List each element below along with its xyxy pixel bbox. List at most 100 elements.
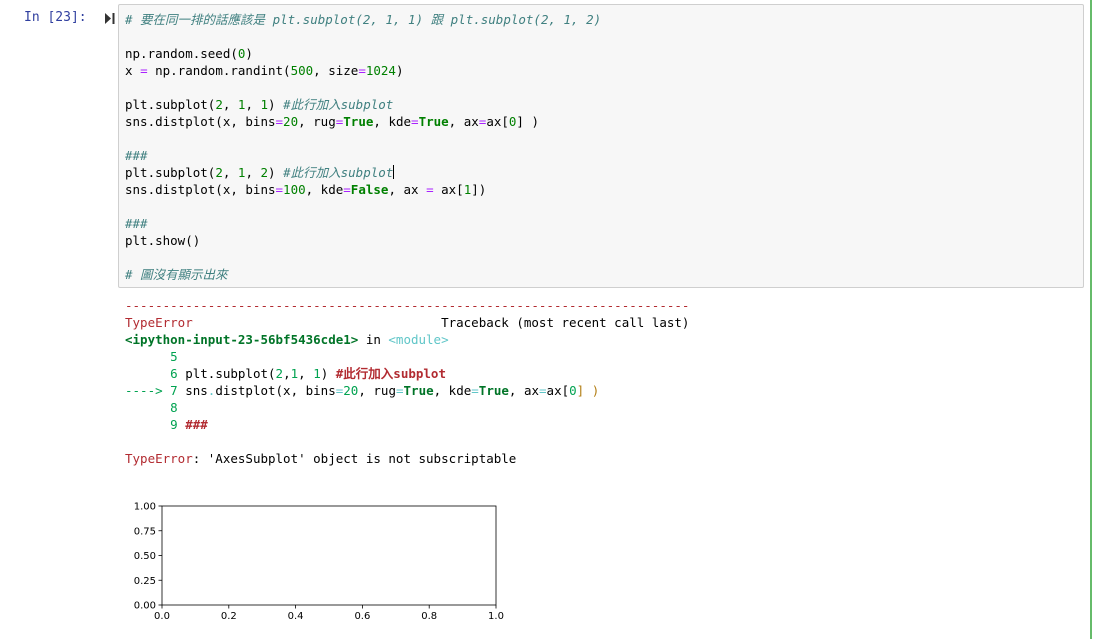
error-output: ----------------------------------------… <box>125 297 689 467</box>
x-tick-label: 0.0 <box>154 611 170 622</box>
code-text: , rug <box>298 114 336 129</box>
traceback-comment: #此行加入subplot <box>335 366 446 381</box>
traceback-code: ] ) <box>576 383 600 398</box>
code-comment: ### <box>125 216 148 231</box>
code-number: 500 <box>290 63 314 78</box>
code-keyword: True <box>418 114 449 129</box>
code-text: ) <box>268 97 284 112</box>
error-name: TypeError <box>125 451 193 466</box>
code-operator: = <box>426 182 434 197</box>
module-name: <module> <box>388 332 449 347</box>
code-text: np.random.randint( <box>147 63 291 78</box>
traceback-line-number: 6 <box>125 366 186 381</box>
code-operator: = <box>358 63 366 78</box>
x-tick-label: 0.6 <box>354 611 370 622</box>
y-tick-label: 0.75 <box>134 526 156 537</box>
traceback-code: , rug <box>358 383 396 398</box>
code-number: 2 <box>215 165 223 180</box>
traceback-operator: = <box>471 383 479 398</box>
code-number: 2 <box>215 97 223 112</box>
code-number: 20 <box>283 114 299 129</box>
code-keyword: True <box>343 114 374 129</box>
y-tick-label: 0.50 <box>134 551 156 562</box>
traceback-code: , <box>298 366 314 381</box>
code-text: plt.subplot( <box>125 165 216 180</box>
code-text: , ax <box>388 182 427 197</box>
x-tick-label: 0.8 <box>421 611 437 622</box>
code-text: ) <box>245 46 253 61</box>
code-text: , <box>245 97 261 112</box>
traceback-number: 20 <box>343 383 359 398</box>
code-text: , <box>222 165 238 180</box>
code-number: 100 <box>283 182 306 197</box>
input-prompt: In [23]: <box>24 10 87 25</box>
code-text: , kde <box>373 114 412 129</box>
code-comment: # 圖沒有顯示出來 <box>125 267 228 282</box>
traceback-code: , ax <box>508 383 540 398</box>
code-number: 2 <box>260 165 269 180</box>
scrollbar[interactable] <box>1092 0 1113 639</box>
code-text: , <box>245 165 261 180</box>
traceback-number: 1 <box>313 366 321 381</box>
code-text: , <box>222 97 238 112</box>
traceback-keyword: True <box>478 383 509 398</box>
traceback-comment: ### <box>185 417 208 432</box>
code-number: 1 <box>260 97 269 112</box>
axes-frame <box>161 505 497 606</box>
code-text: np.random.seed( <box>125 46 238 61</box>
code-text: sns.distplot(x, bins <box>125 114 276 129</box>
traceback-number: 1 <box>290 366 299 381</box>
code-text: ) <box>268 165 284 180</box>
text-cursor <box>393 165 395 179</box>
traceback-line-number: 8 <box>125 400 178 415</box>
error-message: : 'AxesSubplot' object is not subscripta… <box>192 451 517 466</box>
code-comment: #此行加入subplot <box>283 97 394 112</box>
code-text: ]) <box>471 182 487 197</box>
code-operator: = <box>411 114 419 129</box>
code-comment: # 要在同一排的話應該是 plt.subplot(2, 1, 1) 跟 plt.… <box>125 12 602 27</box>
code-operator: = <box>343 182 351 197</box>
code-editor[interactable]: # 要在同一排的話應該是 plt.subplot(2, 1, 1) 跟 plt.… <box>125 11 601 283</box>
code-keyword: False <box>350 182 389 197</box>
traceback-arrow: ----> 7 <box>125 383 186 398</box>
traceback-number: 0 <box>569 383 577 398</box>
code-text: ) <box>395 63 404 78</box>
traceback-separator: ----------------------------------------… <box>125 298 690 313</box>
code-text: plt.subplot( <box>125 97 216 112</box>
code-text: , size <box>313 63 359 78</box>
code-operator: = <box>275 182 284 197</box>
code-comment: ### <box>125 148 148 163</box>
traceback-number: 2 <box>275 366 284 381</box>
code-text: , ax <box>448 114 479 129</box>
y-tick-label: 1.00 <box>134 502 156 513</box>
traceback-code: , <box>283 366 291 381</box>
code-text: ax[ <box>486 114 509 129</box>
traceback-keyword: True <box>403 383 434 398</box>
x-tick-label: 0.4 <box>288 611 304 622</box>
code-text: sns.distplot(x, bins <box>125 182 276 197</box>
traceback-code: ax[ <box>546 383 570 398</box>
code-text: , kde <box>305 182 344 197</box>
code-text: ax[ <box>433 182 464 197</box>
run-cell-icon[interactable] <box>104 12 116 25</box>
traceback-text: in <box>358 332 389 347</box>
code-operator: = <box>275 114 284 129</box>
y-tick-label: 0.25 <box>134 576 156 587</box>
traceback-code: , kde <box>433 383 472 398</box>
traceback-operator: = <box>395 383 404 398</box>
traceback-code: ) <box>320 366 336 381</box>
code-text: ] ) <box>516 114 539 129</box>
traceback-line-number: 5 <box>125 349 178 364</box>
code-number: 1024 <box>365 63 396 78</box>
empty-axes-plot: 0.0 0.2 0.4 0.6 0.8 1.0 0.00 0.25 0.50 0.75 1.00 <box>134 502 504 623</box>
traceback-header: Traceback (most recent call last) <box>192 315 690 330</box>
x-tick-label: 0.2 <box>221 611 237 622</box>
traceback-line-number: 9 <box>125 417 186 432</box>
code-comment: #此行加入subplot <box>283 165 394 180</box>
code-input-area[interactable]: # 要在同一排的話應該是 plt.subplot(2, 1, 1) 跟 plt.… <box>118 4 1084 288</box>
traceback-code: distplot(x, bins <box>215 383 336 398</box>
code-text: plt.show() <box>125 233 201 248</box>
traceback-code: sns <box>185 383 208 398</box>
code-text: x <box>125 63 141 78</box>
input-reference: <ipython-input-23-56bf5436cde1> <box>125 332 359 347</box>
